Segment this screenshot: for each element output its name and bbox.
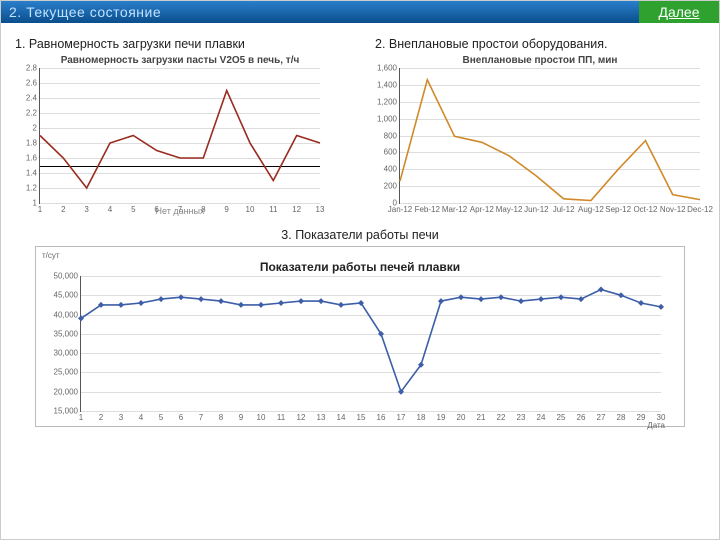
section3-heading: 3. Показатели работы печи <box>15 228 705 242</box>
x-tick: 22 <box>497 411 506 422</box>
chart3-title: Показатели работы печей плавки <box>42 260 678 274</box>
x-tick: 20 <box>457 411 466 422</box>
y-tick: 30,000 <box>54 349 81 358</box>
x-tick: 19 <box>437 411 446 422</box>
x-tick: 2 <box>99 411 103 422</box>
y-tick: 15,000 <box>54 407 81 416</box>
y-tick: 1,400 <box>377 80 400 89</box>
x-tick: Nov-12 <box>660 203 686 214</box>
uniformity-chart: Равномерность загрузки пасты V2O5 в печь… <box>15 55 345 216</box>
performance-chart: т/сут Показатели работы печей плавки Дат… <box>35 246 685 427</box>
y-tick: 1,000 <box>377 114 400 123</box>
x-tick: 12 <box>292 203 301 214</box>
x-tick: 25 <box>557 411 566 422</box>
y-tick: 25,000 <box>54 368 81 377</box>
x-tick: 26 <box>577 411 586 422</box>
x-tick: 14 <box>337 411 346 422</box>
x-tick: 21 <box>477 411 486 422</box>
y-tick: 50,000 <box>54 272 81 281</box>
y-tick: 2 <box>33 124 40 133</box>
x-tick: Jan-12 <box>388 203 412 214</box>
x-tick: Apr-12 <box>470 203 494 214</box>
downtime-chart: Внеплановые простои ПП, мин 020040060080… <box>375 55 705 204</box>
x-tick: 8 <box>219 411 223 422</box>
chart3-plot: Дата 15,00020,00025,00030,00035,00040,00… <box>80 276 661 412</box>
y-tick: 1.2 <box>26 184 40 193</box>
y-tick: 800 <box>384 131 400 140</box>
y-tick: 1.4 <box>26 169 40 178</box>
x-tick: 5 <box>159 411 163 422</box>
x-tick: 3 <box>119 411 123 422</box>
x-tick: Jun-12 <box>524 203 548 214</box>
chart2-plot: 02004006008001,0001,2001,4001,600Jan-12F… <box>399 68 700 204</box>
x-tick: 10 <box>257 411 266 422</box>
y-tick: 200 <box>384 182 400 191</box>
section2-heading: 2. Внеплановые простои оборудования. <box>375 37 705 51</box>
x-tick: 23 <box>517 411 526 422</box>
x-tick: 5 <box>131 203 135 214</box>
x-tick: Aug-12 <box>578 203 604 214</box>
x-tick: 2 <box>61 203 65 214</box>
x-tick: 28 <box>617 411 626 422</box>
x-tick: 9 <box>239 411 243 422</box>
x-tick: 4 <box>108 203 112 214</box>
x-tick: 13 <box>317 411 326 422</box>
content: 1. Равномерность загрузки печи плавки Ра… <box>1 23 719 437</box>
y-tick: 20,000 <box>54 387 81 396</box>
x-tick: Dec-12 <box>687 203 713 214</box>
x-tick: 10 <box>246 203 255 214</box>
breadcrumb: 2. Текущее состояние <box>1 1 639 23</box>
y-tick: 2.8 <box>26 64 40 73</box>
x-tick: 6 <box>179 411 183 422</box>
x-tick: 12 <box>297 411 306 422</box>
x-tick: 18 <box>417 411 426 422</box>
y-tick: 1,600 <box>377 64 400 73</box>
chart3-ylabel: т/сут <box>42 251 678 260</box>
chart1-title: Равномерность загрузки пасты V2O5 в печь… <box>15 55 345 66</box>
y-tick: 1.6 <box>26 154 40 163</box>
y-tick: 35,000 <box>54 329 81 338</box>
x-tick: 7 <box>178 203 182 214</box>
x-tick: 7 <box>199 411 203 422</box>
section1-heading: 1. Равномерность загрузки печи плавки <box>15 37 345 51</box>
x-tick: 24 <box>537 411 546 422</box>
x-tick: 29 <box>637 411 646 422</box>
y-tick: 45,000 <box>54 291 81 300</box>
x-tick: 15 <box>357 411 366 422</box>
x-tick: Oct-12 <box>633 203 657 214</box>
x-tick: 11 <box>277 411 285 422</box>
x-tick: May-12 <box>496 203 523 214</box>
y-tick: 2.6 <box>26 79 40 88</box>
x-tick: Jul-12 <box>553 203 575 214</box>
y-tick: 40,000 <box>54 310 81 319</box>
x-tick: 13 <box>316 203 325 214</box>
y-tick: 2.4 <box>26 94 40 103</box>
x-tick: 1 <box>38 203 42 214</box>
x-tick: 6 <box>154 203 158 214</box>
x-tick: Feb-12 <box>415 203 440 214</box>
chart2-title: Внеплановые простои ПП, мин <box>375 55 705 66</box>
x-tick: 27 <box>597 411 606 422</box>
topbar: 2. Текущее состояние Далее <box>1 1 719 23</box>
y-tick: 1,200 <box>377 97 400 106</box>
slide: 2. Текущее состояние Далее 1. Равномерно… <box>0 0 720 540</box>
x-tick: Mar-12 <box>442 203 467 214</box>
y-tick: 600 <box>384 148 400 157</box>
x-tick: 16 <box>377 411 386 422</box>
x-tick: 30 <box>657 411 666 422</box>
x-tick: 9 <box>224 203 228 214</box>
x-tick: 1 <box>79 411 83 422</box>
x-tick: 3 <box>84 203 88 214</box>
y-tick: 2.2 <box>26 109 40 118</box>
x-tick: 11 <box>269 203 277 214</box>
x-tick: 8 <box>201 203 205 214</box>
x-tick: Sep-12 <box>605 203 631 214</box>
y-tick: 1.8 <box>26 139 40 148</box>
y-tick: 400 <box>384 165 400 174</box>
next-button[interactable]: Далее <box>639 1 719 23</box>
chart1-plot: 11.21.41.61.822.22.42.62.812345678910111… <box>39 68 320 204</box>
x-tick: 4 <box>139 411 143 422</box>
x-tick: 17 <box>397 411 406 422</box>
